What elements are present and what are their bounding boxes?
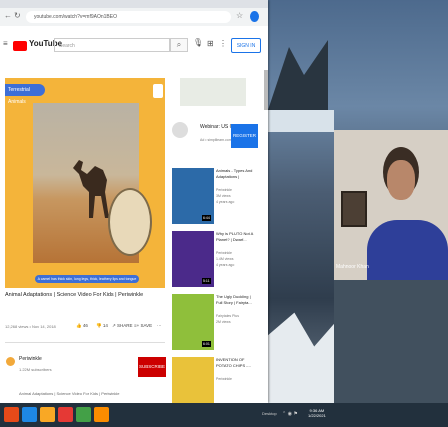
- more-icon[interactable]: ⋮: [219, 39, 227, 48]
- video-player[interactable]: Terrestrial Animals A camel has thick sk…: [5, 78, 165, 288]
- media-icon[interactable]: [58, 407, 73, 422]
- menu-icon[interactable]: ≡: [3, 39, 8, 48]
- profile-icon[interactable]: [250, 11, 259, 22]
- avatar[interactable]: [6, 357, 15, 366]
- scrollbar[interactable]: [264, 70, 268, 110]
- ice: [268, 312, 334, 403]
- recommendation-views: 1.4M views: [216, 257, 234, 261]
- signin-button[interactable]: SIGN IN: [231, 38, 261, 53]
- recommendation-channel: Periwinkle: [216, 377, 232, 381]
- ie-icon[interactable]: [22, 407, 37, 422]
- recommendation-views: 3M views: [216, 194, 231, 198]
- apps-icon[interactable]: ⊞: [207, 39, 214, 48]
- clock[interactable]: 9:36 AM 1/22/2021: [308, 408, 326, 418]
- recommendation-channel: Periwinkle: [216, 251, 232, 255]
- start-icon[interactable]: [4, 407, 19, 422]
- clock-date: 1/22/2021: [308, 413, 326, 418]
- like-button[interactable]: 👍 46: [76, 323, 88, 329]
- video-meta: 12,268 views • Nov 14, 2018: [5, 324, 56, 329]
- ad-subtitle: Ad • simplilearn.com: [200, 138, 232, 142]
- youtube-logo-icon[interactable]: [13, 41, 27, 51]
- ad-avatar: [172, 122, 188, 138]
- taskbar: Desktop ⌃ ◉ ⚑ 9:36 AM 1/22/2021: [0, 403, 448, 427]
- channel-watermark-icon: [153, 84, 163, 98]
- video-caption: A camel has thick skin, long legs, thick…: [35, 275, 139, 283]
- video-chip: Terrestrial Animals: [5, 84, 45, 105]
- address-bar: ← ↻ youtube.com/watch?v=mf9AOn1BEO ☆: [0, 8, 268, 27]
- share-button[interactable]: ↗ SHARE: [112, 323, 133, 329]
- person-body: [367, 220, 448, 280]
- microphone-icon[interactable]: 🎙: [193, 38, 203, 47]
- recommendation-title[interactable]: The Ugly Duckling | Full Story | Fairyta…: [216, 294, 258, 306]
- recommendation-title[interactable]: Animals - Types And Adaptations |: [216, 168, 258, 180]
- app-icon[interactable]: [94, 407, 109, 422]
- more-actions-icon[interactable]: ⋯: [157, 323, 162, 329]
- recommendation-age: 4 years ago: [216, 200, 235, 204]
- recommendation-channel: Fairytales Plus: [216, 314, 239, 318]
- channel-subscribers: 1.22M subscribers: [19, 367, 52, 372]
- save-label: SAVE: [140, 323, 153, 328]
- dislike-button[interactable]: 👎 14: [96, 323, 108, 329]
- save-button[interactable]: ≡+ SAVE: [134, 323, 152, 328]
- share-label: SHARE: [117, 323, 133, 328]
- search-input[interactable]: Search: [54, 38, 170, 52]
- tab-strip: [0, 0, 268, 8]
- glacier: [268, 110, 334, 132]
- duration-badge: 6:44: [202, 215, 211, 221]
- tray-icons[interactable]: ⌃ ◉ ⚑: [282, 411, 298, 417]
- register-button[interactable]: REGISTER: [231, 124, 258, 148]
- browser-window: ← ↻ youtube.com/watch?v=mf9AOn1BEO ☆ ≡ Y…: [0, 0, 268, 403]
- duration-badge: 6:01: [202, 341, 211, 347]
- reload-icon[interactable]: ↻: [14, 11, 21, 20]
- chrome-icon[interactable]: [76, 407, 91, 422]
- folder-icon[interactable]: [40, 407, 55, 422]
- back-icon[interactable]: ←: [4, 11, 12, 20]
- url-field[interactable]: youtube.com/watch?v=mf9AOn1BEO: [26, 11, 231, 23]
- wall-frame: [341, 191, 367, 227]
- recommendation-channel: Periwinkle: [216, 188, 232, 192]
- camel-icon: [73, 160, 109, 218]
- mountain: [268, 40, 328, 110]
- tray-text[interactable]: Desktop: [262, 411, 277, 416]
- channel-name[interactable]: Periwinkle: [19, 356, 42, 362]
- person-face: [387, 160, 415, 200]
- video-description: Animal Adaptations | Science Video For K…: [19, 391, 120, 396]
- recommendation-title[interactable]: INVENTION OF POTATO CHIPS -...: [216, 357, 258, 369]
- divider: [5, 342, 165, 343]
- participant-name: Mahnoor Khan: [336, 264, 369, 270]
- ad-banner[interactable]: [180, 78, 246, 106]
- search-icon[interactable]: ⌕: [170, 38, 188, 52]
- like-count: 46: [82, 323, 88, 328]
- dislike-count: 14: [102, 323, 108, 328]
- youtube-header: ≡ YouTube Search ⌕ 🎙 ⊞ ⋮ SIGN IN: [0, 26, 268, 66]
- zoom-bubble: [108, 188, 152, 256]
- video-title: Animal Adaptations | Science Video For K…: [5, 292, 144, 298]
- water: [334, 280, 448, 403]
- recommendation-views: 2M views: [216, 320, 231, 324]
- recommendation-age: 4 years ago: [216, 263, 235, 267]
- star-icon[interactable]: ☆: [236, 11, 243, 20]
- duration-badge: 5:11: [202, 278, 211, 284]
- subscribe-button[interactable]: SUBSCRIBE: [138, 357, 166, 377]
- recommendation-title[interactable]: Why is PLUTO Not A Planet? | Dwarf...: [216, 231, 258, 243]
- recommendation-thumbnail[interactable]: [172, 357, 214, 403]
